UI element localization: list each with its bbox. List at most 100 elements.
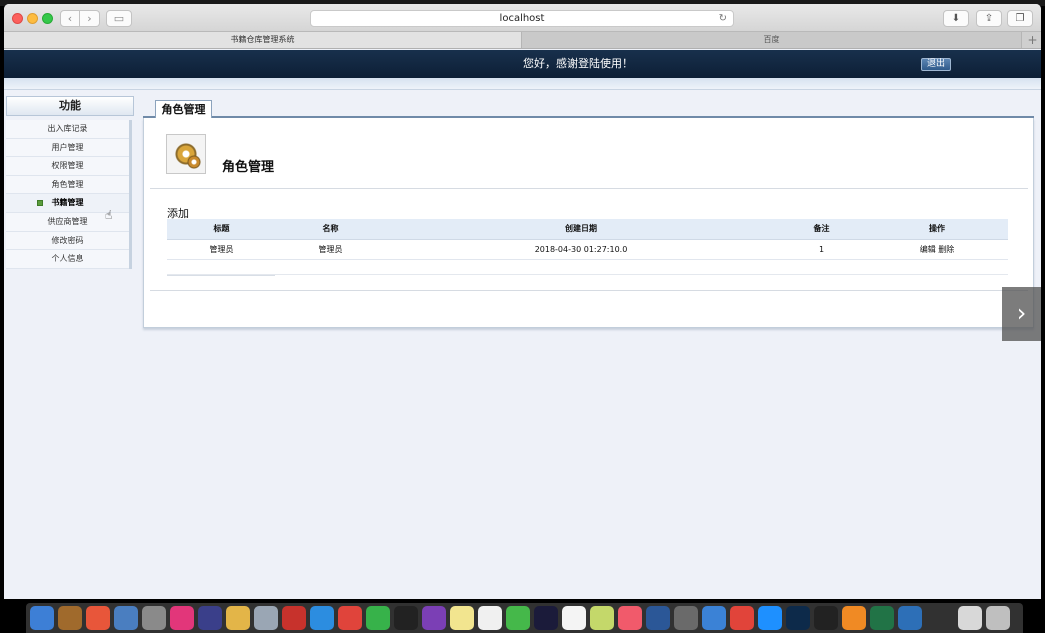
- tab-role-management[interactable]: 角色管理: [155, 100, 212, 119]
- sidebar-item-label: 书籍管理: [51, 198, 84, 208]
- screen: ‹ › ▭ localhost ↻ ⬇ ⇪ ❐ 书籍仓库管理系统 百度 + 您好…: [0, 0, 1045, 633]
- sidebar-item-label: 出入库记录: [47, 124, 88, 133]
- sidebar-item-label: 个人信息: [51, 254, 84, 264]
- maps-icon[interactable]: [590, 606, 614, 630]
- intellij-icon[interactable]: [170, 606, 194, 630]
- chevron-left-icon: ‹: [67, 12, 73, 25]
- close-window-button[interactable]: [12, 13, 23, 24]
- page-banner: 您好，感谢登陆使用！ 退出: [4, 50, 1041, 78]
- baidu-netdisk-icon[interactable]: [702, 606, 726, 630]
- bullet-icon: [37, 200, 43, 207]
- database-icon[interactable]: [254, 606, 278, 630]
- sidebar-title: 功能: [6, 96, 134, 116]
- textedit-icon[interactable]: [478, 606, 502, 630]
- launchpad-icon[interactable]: [142, 606, 166, 630]
- cell-title: 管理员: [167, 239, 276, 260]
- finder-icon[interactable]: [30, 606, 54, 630]
- sidebar-item-label: 用户管理: [51, 142, 84, 152]
- parallels-icon[interactable]: [730, 606, 754, 630]
- qq-icon[interactable]: [394, 606, 418, 630]
- mail-app-icon[interactable]: [338, 606, 362, 630]
- tab-baidu[interactable]: 百度: [522, 32, 1022, 48]
- zoom-window-button[interactable]: [42, 13, 53, 24]
- word-icon[interactable]: [646, 606, 670, 630]
- photos-icon[interactable]: [86, 606, 110, 630]
- sidebar-item-role-management[interactable]: 角色管理: [6, 175, 129, 195]
- pagination-placeholder: [167, 275, 275, 276]
- table-empty-row: [167, 260, 1008, 275]
- edit-link[interactable]: 编辑: [920, 245, 936, 254]
- excel-icon[interactable]: [870, 606, 894, 630]
- greeting-text: 您好，感谢登陆使用！: [523, 57, 633, 70]
- plus-icon: +: [1027, 33, 1038, 47]
- main-tab-strip: 角色管理: [143, 98, 1034, 119]
- sequel-icon[interactable]: [226, 606, 250, 630]
- tab-label: 百度: [763, 35, 780, 44]
- macos-dock: [26, 603, 1023, 633]
- cell-note: 1: [777, 239, 866, 260]
- sidebar-item-permission-management[interactable]: 权限管理: [6, 157, 129, 176]
- back-button[interactable]: ‹: [60, 10, 80, 27]
- swift-icon[interactable]: [842, 606, 866, 630]
- function-sidebar: 功能 出入库记录 用户管理 权限管理 角色管理 书籍管理 供应商管理 修改密码 …: [6, 96, 134, 272]
- address-bar[interactable]: localhost ↻: [310, 10, 734, 27]
- tabs-icon: ❐: [1015, 13, 1025, 24]
- tab-bar: 书籍仓库管理系统 百度 +: [4, 32, 1041, 49]
- teamviewer-icon[interactable]: [758, 606, 782, 630]
- sidebar-item-user-management[interactable]: 用户管理: [6, 138, 129, 158]
- sidebar-toggle-button[interactable]: ▭: [106, 10, 132, 27]
- notes-app-icon[interactable]: [58, 606, 82, 630]
- edge-icon[interactable]: [898, 606, 922, 630]
- sidebar-item-label: 权限管理: [51, 161, 84, 171]
- eclipse-icon[interactable]: [198, 606, 222, 630]
- column-header-created: 创建日期: [385, 219, 777, 240]
- preview-icon[interactable]: [114, 606, 138, 630]
- safari-icon[interactable]: [310, 606, 334, 630]
- forward-button[interactable]: ›: [80, 10, 100, 27]
- wechat-icon[interactable]: [366, 606, 390, 630]
- minimize-window-button[interactable]: [27, 13, 38, 24]
- music-icon[interactable]: [618, 606, 642, 630]
- divider: [150, 188, 1028, 189]
- system-preferences-icon[interactable]: [674, 606, 698, 630]
- stickies-icon[interactable]: [450, 606, 474, 630]
- reload-icon[interactable]: ↻: [719, 11, 727, 26]
- show-tabs-button[interactable]: ❐: [1007, 10, 1033, 27]
- share-icon: ⇪: [984, 13, 994, 24]
- qq-icon[interactable]: [814, 606, 838, 630]
- documents-folder-icon[interactable]: [958, 606, 982, 630]
- logout-button[interactable]: 退出: [921, 58, 951, 71]
- safari-window: ‹ › ▭ localhost ↻ ⬇ ⇪ ❐ 书籍仓库管理系统 百度 + 您好…: [4, 4, 1041, 599]
- main-content: 角色管理 添加 标题 名称 创建日期 备注 操作 管理员 管理员 2018-04…: [143, 118, 1034, 328]
- chevron-right-icon: ›: [1016, 299, 1027, 327]
- new-tab-button[interactable]: +: [1024, 32, 1041, 48]
- sublime-icon[interactable]: [506, 606, 530, 630]
- activity-icon[interactable]: [534, 606, 558, 630]
- hand-cursor-icon: ☝: [105, 208, 113, 222]
- photoshop-icon[interactable]: [786, 606, 810, 630]
- downloads-button[interactable]: ⬇: [943, 10, 969, 27]
- delete-link[interactable]: 删除: [938, 245, 954, 254]
- divider: [150, 290, 1028, 291]
- chevron-right-icon: ›: [87, 12, 92, 25]
- axure-icon[interactable]: [422, 606, 446, 630]
- role-table: 标题 名称 创建日期 备注 操作 管理员 管理员 2018-04-30 01:2…: [167, 219, 1008, 260]
- sidebar-item-personal-info[interactable]: 个人信息: [6, 250, 129, 269]
- tab-book-system[interactable]: 书籍仓库管理系统: [4, 32, 522, 48]
- tab-label: 书籍仓库管理系统: [230, 35, 295, 44]
- sidebar-item-change-password[interactable]: 修改密码: [6, 231, 129, 251]
- trash-icon[interactable]: [986, 606, 1010, 630]
- redis-icon[interactable]: [282, 606, 306, 630]
- banner-underline: [4, 78, 1041, 90]
- calendar-icon[interactable]: [562, 606, 586, 630]
- cell-actions: 编辑 删除: [866, 239, 1008, 260]
- sidebar-item-inout-records[interactable]: 出入库记录: [6, 120, 129, 139]
- page-title: 角色管理: [222, 160, 275, 175]
- cell-name: 管理员: [276, 239, 385, 260]
- role-settings-icon: [166, 134, 206, 174]
- next-slide-button[interactable]: ›: [1002, 287, 1041, 341]
- small-gear-icon: [187, 155, 201, 169]
- share-button[interactable]: ⇪: [976, 10, 1002, 27]
- sidebar-menu: 出入库记录 用户管理 权限管理 角色管理 书籍管理 供应商管理 修改密码 个人信…: [6, 120, 132, 269]
- table-row: 管理员 管理员 2018-04-30 01:27:10.0 1 编辑 删除: [167, 239, 1008, 260]
